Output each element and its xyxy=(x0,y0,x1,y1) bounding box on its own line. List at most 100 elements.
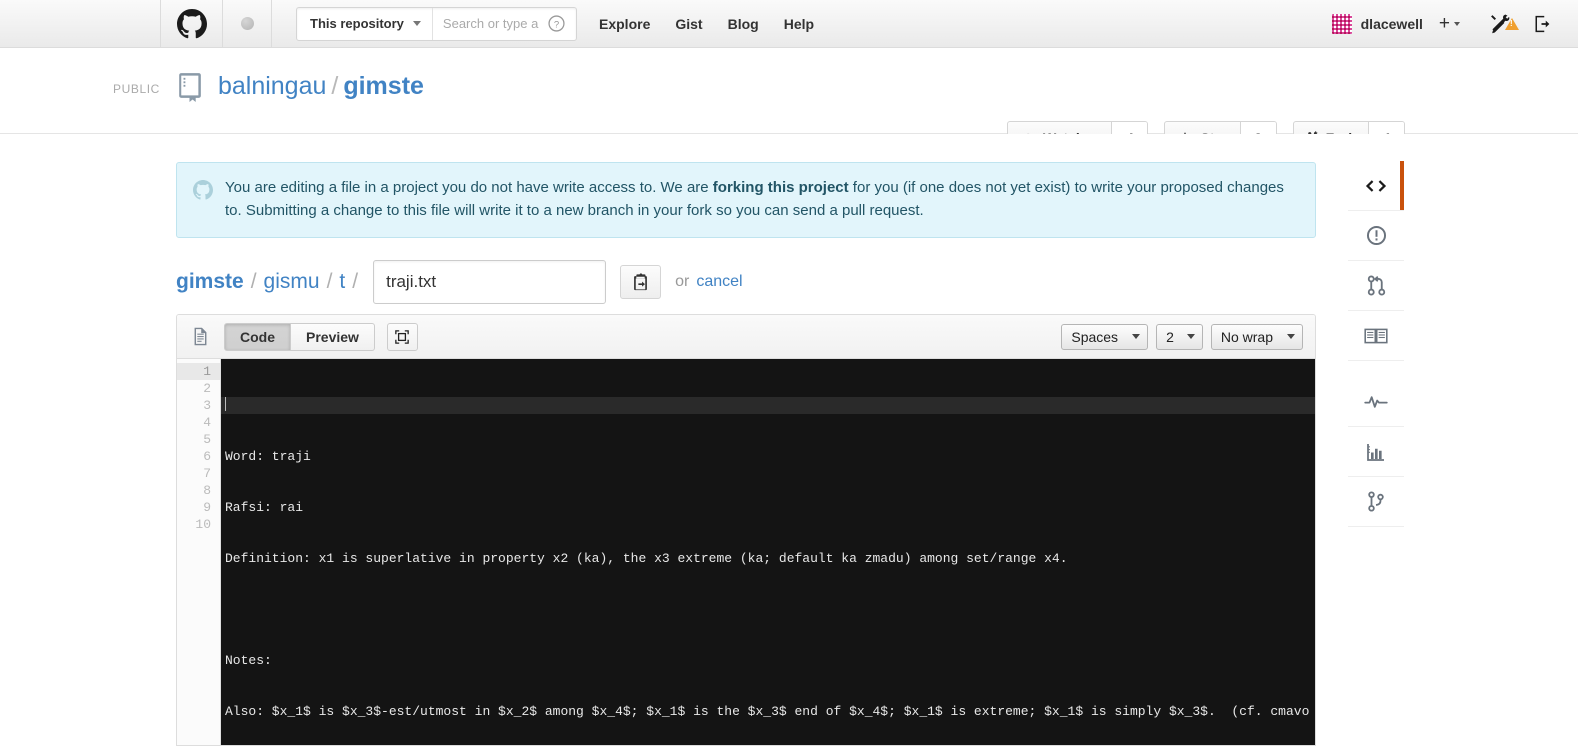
line-wrap-value: No wrap xyxy=(1220,328,1273,345)
filename-input[interactable] xyxy=(373,260,607,304)
create-new-menu[interactable]: + xyxy=(1439,14,1478,33)
repo-name-link[interactable]: gimste xyxy=(343,72,424,100)
nav-blog[interactable]: Blog xyxy=(728,16,759,32)
sidebar-item-network[interactable] xyxy=(1348,477,1404,527)
fork-notice-banner: You are editing a file in a project you … xyxy=(176,162,1316,238)
line-number: 8 xyxy=(203,483,211,498)
github-octocat-icon[interactable] xyxy=(161,0,222,47)
sidebar-item-pulse[interactable] xyxy=(1348,377,1404,427)
user-avatar-icon xyxy=(1331,13,1352,34)
chevron-down-icon xyxy=(1132,334,1141,339)
graph-bar-chart-icon xyxy=(1367,443,1384,461)
chevron-down-icon xyxy=(1454,21,1460,26)
line-number: 10 xyxy=(195,517,211,532)
breadcrumb-dir-t[interactable]: t xyxy=(339,270,345,294)
chevron-down-icon xyxy=(1287,334,1295,339)
plus-icon: + xyxy=(1438,13,1450,34)
notice-text-before: You are editing a file in a project you … xyxy=(225,179,713,196)
search-box: This repository ? xyxy=(296,6,577,41)
line-number: 1 xyxy=(177,363,220,380)
repo-book-icon xyxy=(173,70,206,103)
github-mark-icon xyxy=(193,177,213,222)
file-path-row: gimste / gismu / t / or cancel xyxy=(176,260,1316,304)
editor-toolbar: Code Preview Spaces 2 No wrap xyxy=(177,315,1315,359)
line-number: 4 xyxy=(203,415,211,430)
main-content-column: You are editing a file in a project you … xyxy=(176,134,1316,746)
code-line: Word: traji xyxy=(225,449,311,464)
editor-tab-group: Code Preview xyxy=(224,322,375,351)
line-number: 5 xyxy=(203,432,211,447)
nav-help[interactable]: Help xyxy=(784,16,814,32)
warning-triangle-badge xyxy=(1505,17,1519,30)
sign-out-icon[interactable] xyxy=(1522,14,1564,34)
nav-explore[interactable]: Explore xyxy=(599,16,650,32)
code-line: Also: $x_1$ is $x_3$-est/utmost in $x_2$… xyxy=(225,704,1310,719)
question-circle-icon[interactable]: ? xyxy=(548,15,576,32)
breadcrumb-separator: / xyxy=(352,270,359,293)
sidebar-item-wiki[interactable] xyxy=(1348,311,1404,361)
visibility-label: PUBLIC xyxy=(113,81,160,96)
repo-path-separator: / xyxy=(331,71,339,100)
header-user-area: dlacewell + xyxy=(1331,0,1578,47)
file-editor: Code Preview Spaces 2 No wrap 1 2 3 4 5 … xyxy=(176,314,1316,746)
cancel-link[interactable]: cancel xyxy=(696,273,742,291)
sidebar-item-pull-requests[interactable] xyxy=(1348,261,1404,311)
file-text-icon xyxy=(191,327,210,346)
repo-owner-link[interactable]: balningau xyxy=(218,72,326,100)
svg-text:?: ? xyxy=(554,19,559,30)
notification-dot-icon[interactable] xyxy=(223,0,271,47)
sidebar-item-issues[interactable] xyxy=(1348,211,1404,261)
repository-sidebar-nav xyxy=(1348,134,1404,527)
line-number: 7 xyxy=(203,466,211,481)
repository-title-row: PUBLIC balningau / gimste xyxy=(113,70,424,103)
search-scope-dropdown[interactable]: This repository xyxy=(297,7,433,40)
indent-mode-select[interactable]: Spaces xyxy=(1061,323,1149,350)
site-header: This repository ? Explore Gist Blog Help… xyxy=(0,0,1578,48)
repository-header: PUBLIC balningau/gimste Watch 4 xyxy=(0,48,1578,155)
tab-preview[interactable]: Preview xyxy=(291,322,375,351)
line-number-gutter: 1 2 3 4 5 6 7 8 9 10 xyxy=(177,359,221,745)
sidebar-item-graphs[interactable] xyxy=(1348,427,1404,477)
text-cursor xyxy=(225,397,226,411)
breadcrumb-dir-gismu[interactable]: gismu xyxy=(264,270,320,294)
search-input[interactable] xyxy=(432,16,548,31)
sidebar-section-gap xyxy=(1348,361,1404,377)
indent-mode-value: Spaces xyxy=(1071,328,1119,345)
code-line: Rafsi: rai xyxy=(225,500,304,515)
breadcrumb-separator: / xyxy=(250,270,257,293)
clipboard-paste-icon[interactable] xyxy=(620,265,662,299)
notice-text-bold: forking this project xyxy=(712,179,849,196)
sidebar-item-code[interactable] xyxy=(1348,161,1404,211)
indent-width-select[interactable]: 2 xyxy=(1156,323,1203,350)
repository-path: balningau / gimste xyxy=(218,71,424,101)
tab-code[interactable]: Code xyxy=(224,322,291,351)
indent-width-value: 2 xyxy=(1166,328,1174,345)
header-nav: Explore Gist Blog Help xyxy=(577,0,814,47)
code-line: Definition: x1 is superlative in propert… xyxy=(225,551,1068,566)
fullscreen-expand-icon[interactable] xyxy=(386,322,418,351)
line-number: 2 xyxy=(203,381,211,396)
code-text-pane[interactable]: Word: traji Rafsi: rai Definition: x1 is… xyxy=(221,359,1315,745)
issue-exclamation-icon xyxy=(1366,225,1386,246)
book-wiki-icon xyxy=(1364,328,1388,343)
user-menu[interactable]: dlacewell xyxy=(1331,13,1439,34)
header-left-spacer xyxy=(0,0,160,47)
or-label: or xyxy=(675,273,690,290)
line-number: 9 xyxy=(203,500,211,515)
code-line: Notes: xyxy=(225,653,272,668)
line-number: 3 xyxy=(203,398,211,413)
header-search-area: This repository ? xyxy=(272,0,577,47)
chevron-down-icon xyxy=(412,21,421,26)
editor-settings: Spaces 2 No wrap xyxy=(1061,323,1303,350)
nav-gist[interactable]: Gist xyxy=(675,16,702,32)
breadcrumb-repo[interactable]: gimste xyxy=(176,270,244,294)
line-wrap-select[interactable]: No wrap xyxy=(1210,323,1303,350)
code-line xyxy=(221,397,1315,414)
code-editor-area[interactable]: 1 2 3 4 5 6 7 8 9 10 Word: traji Rafsi: … xyxy=(177,359,1315,745)
tools-wrench-screwdriver-icon[interactable] xyxy=(1478,13,1522,35)
fork-notice-text: You are editing a file in a project you … xyxy=(225,177,1299,222)
network-branch-icon xyxy=(1368,491,1384,512)
line-number: 6 xyxy=(203,449,211,464)
username-label: dlacewell xyxy=(1360,15,1423,32)
pull-request-icon xyxy=(1367,275,1385,296)
